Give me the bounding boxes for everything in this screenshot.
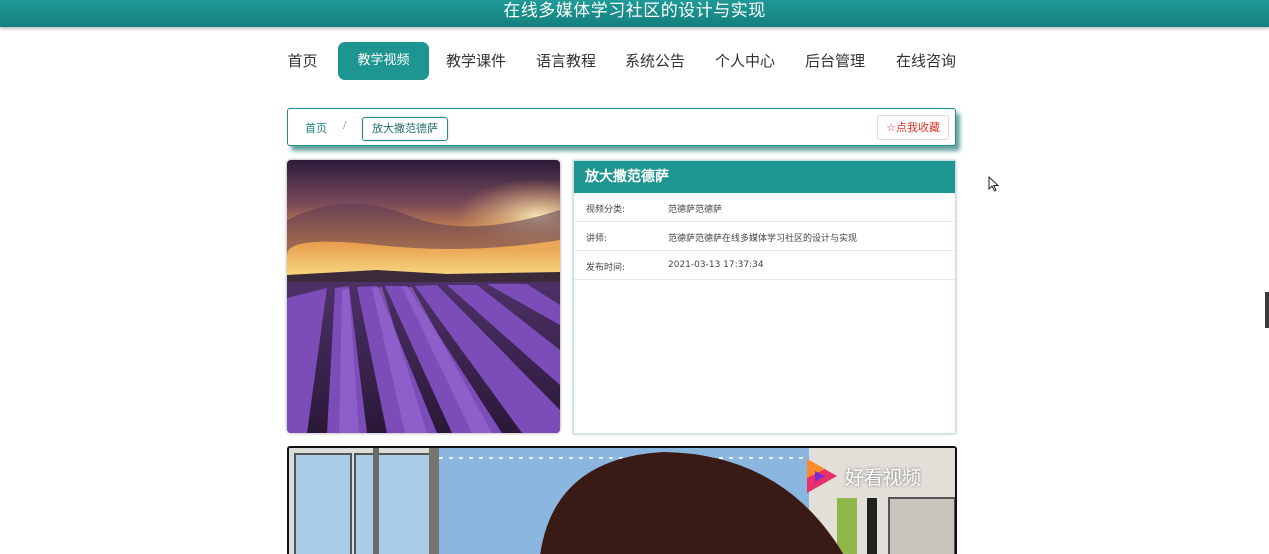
star-outline-icon: ☆ [886, 121, 896, 134]
favorite-button[interactable]: ☆点我收藏 [877, 115, 949, 140]
video-cover-image [287, 160, 560, 433]
detail-label: 视频分类: [586, 205, 626, 215]
detail-row-lecturer: 讲师: 范德萨范德萨在线多媒体学习社区的设计与实现 [574, 222, 955, 251]
play-triangle-icon [807, 459, 837, 493]
watermark-label: 好看视频 [845, 466, 922, 489]
detail-label: 发布时间: [586, 263, 626, 273]
breadcrumb: 首页 / 放大撒范德萨 ☆点我收藏 [287, 108, 956, 146]
nav-item-home[interactable]: 首页 [270, 42, 335, 80]
nav-item-consult[interactable]: 在线咨询 [889, 42, 963, 80]
nav-item-teaching-videos[interactable]: 教学视频 [338, 42, 429, 80]
nav-item-admin[interactable]: 后台管理 [798, 42, 872, 80]
detail-row-category: 视频分类: 范德萨范德萨 [574, 193, 955, 222]
nav-item-personal-center[interactable]: 个人中心 [708, 42, 782, 80]
detail-value: 2021-03-13 17:37:34 [668, 260, 764, 270]
nav-item-courseware[interactable]: 教学课件 [439, 42, 513, 80]
detail-value: 范德萨范德萨 [668, 205, 723, 215]
nav-item-language-tutorials[interactable]: 语言教程 [529, 42, 603, 80]
detail-value: 范德萨范德萨在线多媒体学习社区的设计与实现 [668, 234, 858, 244]
detail-label: 讲师: [586, 234, 608, 244]
breadcrumb-current: 放大撒范德萨 [362, 117, 448, 141]
mouse-cursor-icon [988, 176, 1000, 192]
video-watermark: 好看视频 [803, 456, 921, 496]
detail-row-publish-time: 发布时间: 2021-03-13 17:37:34 [574, 251, 955, 280]
favorite-button-label: 点我收藏 [896, 121, 940, 134]
site-title: 在线多媒体学习社区的设计与实现 [503, 1, 766, 21]
breadcrumb-home-link[interactable]: 首页 [305, 120, 327, 136]
video-detail-panel: 放大撒范德萨 视频分类: 范德萨范德萨 讲师: 范德萨范德萨在线多媒体学习社区的… [573, 160, 956, 434]
nav-item-announcements[interactable]: 系统公告 [618, 42, 692, 80]
video-player[interactable]: 好看视频 [287, 446, 957, 554]
top-header: 在线多媒体学习社区的设计与实现 [0, 0, 1269, 27]
detail-title: 放大撒范德萨 [574, 161, 955, 193]
breadcrumb-separator: / [343, 120, 347, 131]
scrollbar-thumb[interactable] [1265, 292, 1269, 328]
